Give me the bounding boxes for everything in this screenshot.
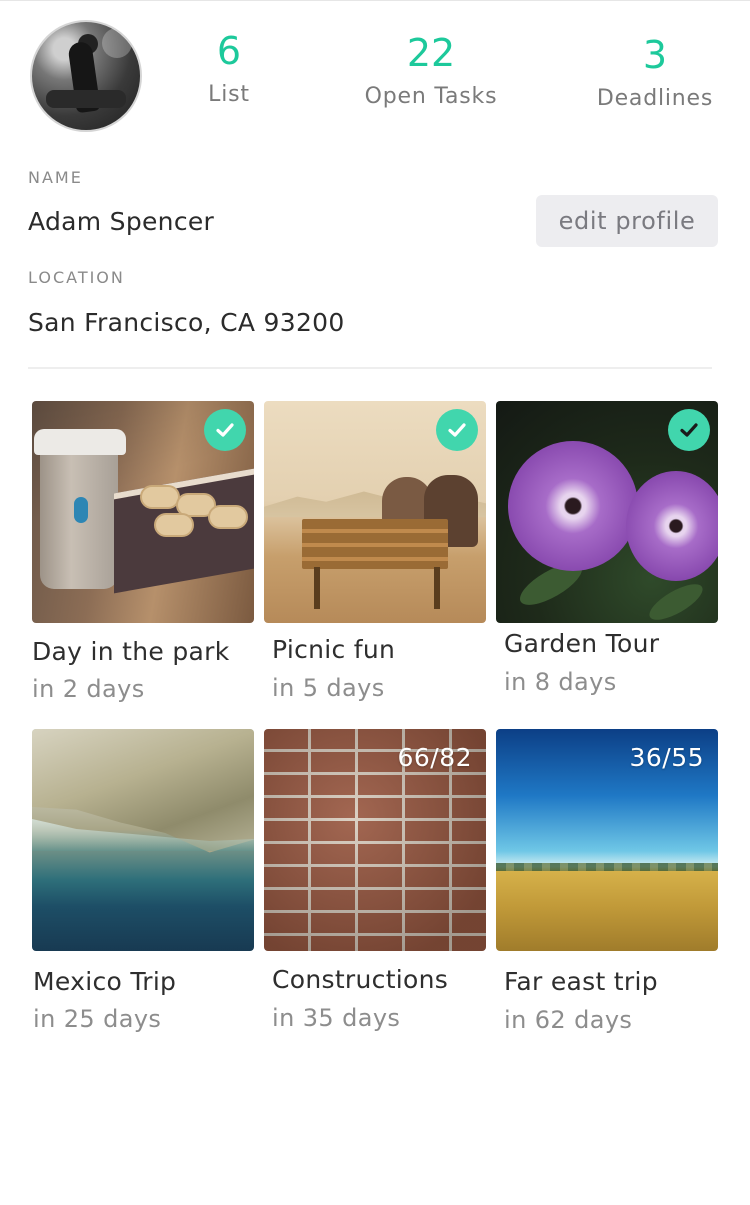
stat-deadlines-label: Deadlines: [596, 86, 714, 111]
list-card-title: Picnic fun: [272, 635, 396, 664]
list-card-due: in 62 days: [504, 1006, 633, 1034]
location-value: San Francisco, CA 93200: [28, 308, 345, 337]
list-card-image[interactable]: 66/82: [264, 729, 486, 951]
avatar[interactable]: [30, 20, 142, 132]
list-card[interactable]: Mexico Trip in 25 days: [32, 729, 254, 1033]
stat-deadlines-value: 3: [642, 33, 668, 77]
name-value: Adam Spencer: [28, 207, 215, 236]
list-card-title: Mexico Trip: [33, 967, 177, 996]
stat-list[interactable]: 6 List: [190, 32, 268, 107]
list-card-title: Constructions: [272, 965, 449, 994]
progress-count: 66/82: [397, 743, 472, 772]
location-label: LOCATION: [28, 268, 125, 287]
stat-list-label: List: [208, 82, 250, 107]
list-card[interactable]: Picnic fun in 5 days: [264, 401, 486, 702]
stat-open-tasks-value: 22: [406, 31, 456, 75]
top-divider: [0, 0, 750, 1]
check-icon: [436, 409, 478, 451]
list-card-image[interactable]: [32, 729, 254, 951]
name-label: NAME: [28, 168, 83, 187]
list-card[interactable]: Day in the park in 2 days: [32, 401, 254, 703]
stat-open-tasks[interactable]: 22 Open Tasks: [355, 34, 507, 109]
list-card-title: Day in the park: [32, 637, 230, 666]
list-card-image[interactable]: [264, 401, 486, 623]
list-card-due: in 8 days: [504, 668, 617, 696]
stat-deadlines[interactable]: 3 Deadlines: [590, 36, 720, 111]
list-card-image[interactable]: [496, 401, 718, 623]
list-card-due: in 35 days: [272, 1004, 401, 1032]
list-card-title: Far east trip: [504, 967, 658, 996]
list-card-image[interactable]: 36/55: [496, 729, 718, 951]
list-card[interactable]: 66/82 Constructions in 35 days: [264, 729, 486, 1032]
edit-profile-button[interactable]: edit profile: [536, 195, 718, 247]
check-icon: [204, 409, 246, 451]
list-card[interactable]: Garden Tour in 8 days: [496, 401, 718, 696]
section-divider: [28, 367, 712, 369]
list-card-image[interactable]: [32, 401, 254, 623]
check-icon: [668, 409, 710, 451]
list-card-due: in 25 days: [33, 1005, 162, 1033]
list-card-due: in 5 days: [272, 674, 385, 702]
list-card-title: Garden Tour: [504, 629, 660, 658]
stat-list-value: 6: [216, 29, 242, 73]
stat-open-tasks-label: Open Tasks: [364, 84, 498, 109]
progress-count: 36/55: [629, 743, 704, 772]
list-card-due: in 2 days: [32, 675, 145, 703]
list-card[interactable]: 36/55 Far east trip in 62 days: [496, 729, 718, 1034]
